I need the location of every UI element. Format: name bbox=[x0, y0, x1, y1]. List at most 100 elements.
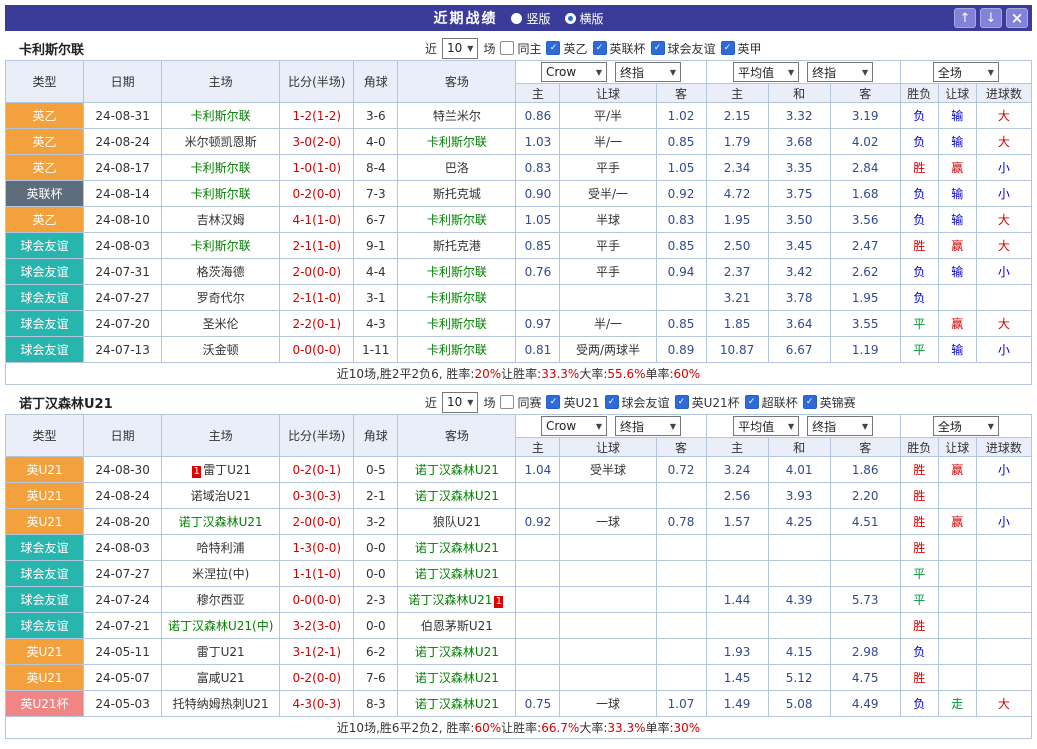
layout-radio-vertical[interactable]: 竖版 bbox=[511, 10, 551, 27]
league-filter[interactable]: 英乙 bbox=[546, 40, 588, 57]
match-date: 24-08-24 bbox=[83, 482, 163, 509]
avg-draw: 3.42 bbox=[767, 258, 831, 285]
home-team-name[interactable]: 诺丁汉森林U21(中) bbox=[168, 619, 273, 633]
avg-draw: 3.64 bbox=[767, 310, 831, 337]
away-team-name[interactable]: 卡利斯尔联 bbox=[427, 291, 487, 305]
home-team-name[interactable]: 格茨海德 bbox=[197, 265, 245, 279]
away-team-name[interactable]: 诺丁汉森林U21 bbox=[415, 489, 499, 503]
away-team-name[interactable]: 特兰米尔 bbox=[433, 109, 481, 123]
away-team-name[interactable]: 巴洛 bbox=[445, 161, 469, 175]
home-team-name[interactable]: 诺域治U21 bbox=[191, 489, 251, 503]
same-home-filter[interactable]: 同主 bbox=[500, 40, 541, 57]
summary-value: 20% bbox=[474, 366, 502, 381]
home-team-name[interactable]: 哈特利浦 bbox=[197, 541, 245, 555]
match-date: 24-08-03 bbox=[83, 232, 163, 259]
match-count-select[interactable]: 10 ▼ bbox=[442, 391, 479, 413]
avg-away bbox=[829, 534, 901, 561]
league-filter[interactable]: 球会友谊 bbox=[604, 394, 670, 411]
away-team-name[interactable]: 卡利斯尔联 bbox=[427, 213, 487, 227]
average-source-select[interactable]: 平均值 ▼ bbox=[733, 416, 800, 436]
league-filter[interactable]: 超联杯 bbox=[744, 394, 798, 411]
away-team-name[interactable]: 卡利斯尔联 bbox=[427, 317, 487, 331]
home-team-name[interactable]: 吉林汉姆 bbox=[197, 213, 245, 227]
away-team-name[interactable]: 斯托克城 bbox=[433, 187, 481, 201]
away-team-name[interactable]: 卡利斯尔联 bbox=[427, 135, 487, 149]
home-team-name[interactable]: 富咸U21 bbox=[197, 671, 245, 685]
move-up-button[interactable]: ↑ bbox=[954, 8, 976, 28]
home-team-name[interactable]: 卡利斯尔联 bbox=[191, 187, 251, 201]
result-outcome: 胜 bbox=[899, 154, 939, 181]
home-team-name[interactable]: 诺丁汉森林U21 bbox=[179, 515, 263, 529]
league-filter[interactable]: 英U21杯 bbox=[674, 394, 740, 411]
home-team-name[interactable]: 圣米伦 bbox=[203, 317, 239, 331]
away-team-name[interactable]: 诺丁汉森林U21 bbox=[408, 593, 492, 607]
league-filter[interactable]: 英甲 bbox=[720, 40, 762, 57]
home-team-name[interactable]: 卡利斯尔联 bbox=[191, 161, 251, 175]
scope-select[interactable]: 全场 ▼ bbox=[932, 62, 999, 82]
chevron-down-icon: ▼ bbox=[787, 421, 795, 431]
layout-radio-vertical-label: 竖版 bbox=[526, 11, 551, 26]
match-date: 24-08-30 bbox=[83, 456, 163, 483]
move-down-button[interactable]: ↓ bbox=[980, 8, 1002, 28]
corner-score: 4-3 bbox=[353, 310, 399, 337]
layout-radio-horizontal[interactable]: 横版 bbox=[564, 10, 604, 27]
home-team-name[interactable]: 卡利斯尔联 bbox=[191, 239, 251, 253]
odds-kind-value: 终指 bbox=[619, 419, 644, 434]
odds-kind-select[interactable]: 终指 ▼ bbox=[614, 416, 681, 436]
home-team-name[interactable]: 罗奇代尔 bbox=[197, 291, 245, 305]
result-goals bbox=[975, 638, 1033, 665]
away-team-name[interactable]: 伯恩茅斯U21 bbox=[421, 619, 493, 633]
home-team-name[interactable]: 沃金顿 bbox=[203, 343, 239, 357]
odds-handicap bbox=[559, 638, 657, 665]
close-button[interactable]: × bbox=[1006, 8, 1028, 28]
league-filter-list: 英U21 球会友谊 英U21杯 超联杯 英锦赛 bbox=[546, 394, 856, 411]
avg-draw: 3.68 bbox=[767, 128, 831, 155]
average-source-select[interactable]: 平均值 ▼ bbox=[733, 62, 800, 82]
summary-value: 33.3% bbox=[607, 720, 646, 735]
away-team-name[interactable]: 狼队U21 bbox=[433, 515, 481, 529]
avg-draw: 3.45 bbox=[767, 232, 831, 259]
home-team-name[interactable]: 米尔顿凯恩斯 bbox=[185, 135, 257, 149]
away-team-name[interactable]: 卡利斯尔联 bbox=[427, 343, 487, 357]
odds-controls-cell: Crow ▼ 终指 ▼ bbox=[515, 60, 707, 84]
league-filter[interactable]: 英U21 bbox=[546, 394, 600, 411]
away-team-name[interactable]: 诺丁汉森林U21 bbox=[415, 567, 499, 581]
match-date: 24-08-14 bbox=[83, 180, 163, 207]
league-filter[interactable]: 英锦赛 bbox=[802, 394, 856, 411]
match-count-select[interactable]: 10 ▼ bbox=[442, 37, 479, 59]
col-header-score: 比分(半场) bbox=[279, 414, 355, 457]
scope-select[interactable]: 全场 ▼ bbox=[932, 416, 999, 436]
away-team-name[interactable]: 斯托克港 bbox=[433, 239, 481, 253]
home-team-name[interactable]: 卡利斯尔联 bbox=[191, 109, 251, 123]
away-team-name[interactable]: 诺丁汉森林U21 bbox=[415, 671, 499, 685]
odds-handicap bbox=[559, 612, 657, 639]
odds-handicap: 受两/两球半 bbox=[559, 336, 657, 363]
same-competition-filter[interactable]: 同赛 bbox=[500, 394, 541, 411]
home-team-name[interactable]: 托特纳姆热刺U21 bbox=[173, 697, 269, 711]
average-kind-select[interactable]: 终指 ▼ bbox=[807, 416, 874, 436]
odds-handicap: 受半球 bbox=[559, 456, 657, 483]
league-filter[interactable]: 英联杯 bbox=[592, 40, 646, 57]
competition-badge: 英乙 bbox=[4, 154, 85, 181]
away-team-name[interactable]: 卡利斯尔联 bbox=[427, 265, 487, 279]
competition-badge: 球会友谊 bbox=[4, 336, 85, 363]
away-team-name[interactable]: 诺丁汉森林U21 bbox=[415, 645, 499, 659]
away-team-name[interactable]: 诺丁汉森林U21 bbox=[415, 697, 499, 711]
average-kind-select[interactable]: 终指 ▼ bbox=[807, 62, 874, 82]
home-team-name[interactable]: 雷丁U21 bbox=[197, 645, 245, 659]
league-filter[interactable]: 球会友谊 bbox=[650, 40, 716, 57]
result-outcome: 负 bbox=[899, 284, 939, 311]
odds-home bbox=[515, 482, 561, 509]
away-team-name[interactable]: 诺丁汉森林U21 bbox=[415, 463, 499, 477]
home-team-name[interactable]: 雷丁U21 bbox=[203, 463, 251, 477]
odds-source-select[interactable]: Crow ▼ bbox=[540, 416, 607, 436]
away-team-cell: 诺丁汉森林U21 bbox=[397, 638, 517, 665]
home-team-name[interactable]: 米涅拉(中) bbox=[192, 567, 249, 581]
corner-score: 0-0 bbox=[353, 560, 399, 587]
match-row: 英乙 24-08-17 卡利斯尔联 1-0(1-0) 8-4 巴洛 0.83 平手 1.05 2.… bbox=[4, 154, 1033, 181]
away-team-name[interactable]: 诺丁汉森林U21 bbox=[415, 541, 499, 555]
odds-source-select[interactable]: Crow ▼ bbox=[540, 62, 607, 82]
odds-kind-select[interactable]: 终指 ▼ bbox=[614, 62, 681, 82]
result-outcome: 负 bbox=[899, 258, 939, 285]
home-team-name[interactable]: 穆尔西亚 bbox=[197, 593, 245, 607]
